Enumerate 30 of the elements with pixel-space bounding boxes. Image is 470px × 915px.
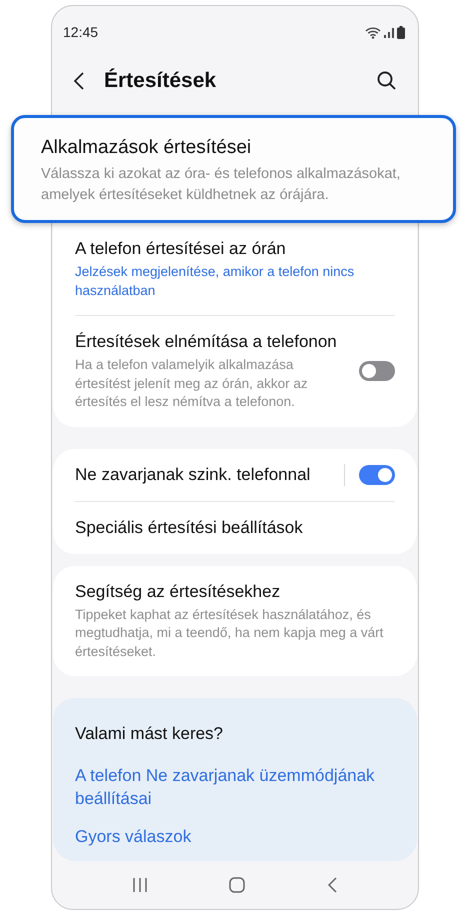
settings-item[interactable]: Értesítések elnémítása a telefonon Ha a telefon valamelyik alkalmazása értesítést jelenít meg az órán, akkor az értesítés el lesz némítva a telefonon.: [75, 315, 395, 426]
home-icon[interactable]: [229, 877, 246, 893]
item-title: Alkalmazások értesítései: [41, 137, 252, 159]
settings-item[interactable]: A telefon értesítései az órán Jelzések megjelenítése, amikor a telefon nincs használatban: [75, 223, 395, 315]
settings-item[interactable]: Ne zavarjanak szink. telefonnal: [75, 448, 395, 500]
toggle-switch[interactable]: [359, 464, 395, 484]
toggle-switch[interactable]: [359, 361, 395, 382]
signal-icon: [384, 26, 394, 38]
item-description: Válassza ki azokat az óra- és telefonos alkalmazásokat, amelyek értesítéseket küldhetnek az órájára.: [41, 165, 402, 205]
item-title: A telefon értesítései az órán: [75, 238, 287, 260]
battery-icon: [397, 26, 405, 38]
item-description: Jelzések megjelenítése, amikor a telefon nincs használatban: [75, 263, 356, 300]
screen-title: Értesítések: [104, 68, 218, 92]
item-description: Tippeket kaphat az értesítések használatához, és megtudhatja, mi a teendő, ha nem kapja meg a várt értesítéseket.: [75, 606, 384, 660]
settings-item[interactable]: Segítség az értesítésekhez Tippeket kaphat az értesítések használatához, és megtudhatja, mi a teendő, ha nem kapja meg a várt értesítéseket.: [75, 566, 395, 676]
wifi-icon: [365, 26, 381, 38]
item-title: Segítség az értesítésekhez: [75, 580, 282, 602]
back-icon[interactable]: [74, 72, 84, 90]
status-time: 12:45: [63, 24, 98, 40]
item-description: Ha a telefon valamelyik alkalmazása értesítést jelenít meg az órán, akkor az értesítés el lesz némítva a telefonon.: [75, 356, 309, 411]
settings-item[interactable]: Speciális értesítési beállítások: [75, 500, 395, 554]
item-title: Értesítések elnémítása a telefonon: [75, 331, 338, 353]
suggestion-link[interactable]: A telefon Ne zavarjanak üzemmódjának beállításai: [75, 764, 395, 810]
recent-apps-icon[interactable]: [133, 878, 148, 892]
suggestions-title: Valami mást keres?: [75, 724, 224, 744]
highlighted-menu-item[interactable]: Alkalmazások értesítései Válassza ki azokat az óra- és telefonos alkalmazásokat, amelyek értesítéseket küldhetnek az órájára.: [11, 115, 456, 223]
search-icon[interactable]: [377, 71, 396, 90]
item-title: Ne zavarjanak szink. telefonnal: [75, 464, 312, 486]
item-title: Speciális értesítési beállítások: [75, 516, 304, 538]
suggestion-link[interactable]: Gyors válaszok: [75, 825, 395, 848]
